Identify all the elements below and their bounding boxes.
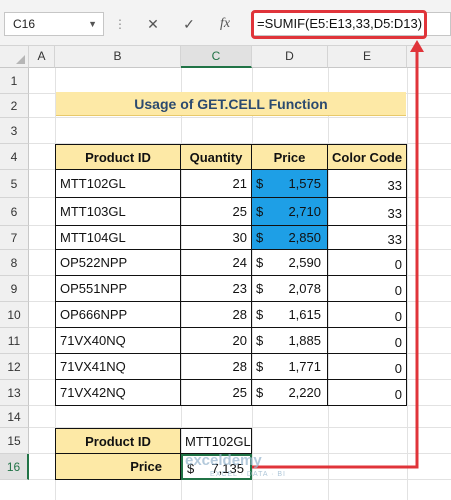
table-cell-price[interactable]: $1,575 <box>252 170 328 198</box>
row-header-3[interactable]: 3 <box>0 118 29 144</box>
table-cell-price[interactable]: $2,220 <box>252 380 328 406</box>
table-cell-color-code[interactable]: 33 <box>328 198 407 226</box>
table-cell-color-code[interactable]: 0 <box>328 276 407 302</box>
table-cell-quantity[interactable]: 28 <box>181 354 252 380</box>
price-value: 1,615 <box>288 307 321 322</box>
row-header-16[interactable]: 16 <box>0 454 29 480</box>
price-value: 2,590 <box>288 255 321 270</box>
lookup-price-label: Price <box>55 454 181 480</box>
more-options-icon[interactable]: ⋮ <box>114 13 126 35</box>
table-cell-price[interactable]: $2,078 <box>252 276 328 302</box>
row-header-1[interactable]: 1 <box>0 68 29 94</box>
table-cell-product-id[interactable]: 71VX41NQ <box>55 354 181 380</box>
row-header-10[interactable]: 10 <box>0 302 29 328</box>
price-value: 2,220 <box>288 385 321 400</box>
table-header-cell: Quantity <box>181 144 252 170</box>
lookup-product-label: Product ID <box>55 428 181 454</box>
table-cell-quantity[interactable]: 21 <box>181 170 252 198</box>
price-value: 2,850 <box>288 230 321 245</box>
currency-symbol: $ <box>256 359 264 374</box>
price-value: 1,771 <box>288 359 321 374</box>
formula-highlight-box <box>251 10 427 39</box>
lookup-product-value[interactable]: MTT102GL <box>181 428 252 454</box>
select-all-triangle-icon <box>16 55 25 64</box>
table-cell-quantity[interactable]: 28 <box>181 302 252 328</box>
row-header-12[interactable]: 12 <box>0 354 29 380</box>
table-cell-color-code[interactable]: 0 <box>328 380 407 406</box>
row-header-6[interactable]: 6 <box>0 198 29 226</box>
price-value: 1,885 <box>288 333 321 348</box>
name-box[interactable]: C16 ▼ <box>4 12 104 36</box>
table-cell-color-code[interactable]: 0 <box>328 250 407 276</box>
table-header-cell: Price <box>252 144 328 170</box>
select-all-button[interactable] <box>0 46 29 68</box>
table-cell-color-code[interactable]: 0 <box>328 302 407 328</box>
column-header-a[interactable]: A <box>29 46 55 68</box>
table-cell-product-id[interactable]: OP551NPP <box>55 276 181 302</box>
currency-symbol: $ <box>256 281 264 296</box>
enter-icon[interactable]: ✓ <box>176 12 202 36</box>
watermark-logo: exceldemy <box>185 452 262 469</box>
row-header-2[interactable]: 2 <box>0 94 29 118</box>
table-cell-quantity[interactable]: 24 <box>181 250 252 276</box>
table-header-cell: Product ID <box>55 144 181 170</box>
currency-symbol: $ <box>256 204 264 219</box>
row-header-14[interactable]: 14 <box>0 406 29 428</box>
row-header-7[interactable]: 7 <box>0 226 29 250</box>
currency-symbol: $ <box>256 176 264 191</box>
cancel-icon[interactable]: ✕ <box>140 12 166 36</box>
column-header-f[interactable] <box>407 46 451 68</box>
column-header-e[interactable]: E <box>328 46 407 68</box>
table-cell-quantity[interactable]: 30 <box>181 226 252 250</box>
currency-symbol: $ <box>256 385 264 400</box>
table-cell-product-id[interactable]: OP522NPP <box>55 250 181 276</box>
table-cell-price[interactable]: $2,710 <box>252 198 328 226</box>
column-header-c[interactable]: C <box>181 46 252 68</box>
table-header-cell: Color Code <box>328 144 407 170</box>
column-header-d[interactable]: D <box>252 46 328 68</box>
row-header-5[interactable]: 5 <box>0 170 29 198</box>
table-cell-product-id[interactable]: 71VX42NQ <box>55 380 181 406</box>
currency-symbol: $ <box>256 333 264 348</box>
table-cell-quantity[interactable]: 25 <box>181 380 252 406</box>
table-cell-price[interactable]: $2,590 <box>252 250 328 276</box>
table-cell-color-code[interactable]: 0 <box>328 328 407 354</box>
table-cell-quantity[interactable]: 23 <box>181 276 252 302</box>
table-cell-color-code[interactable]: 33 <box>328 170 407 198</box>
table-cell-color-code[interactable]: 33 <box>328 226 407 250</box>
price-value: 1,575 <box>288 176 321 191</box>
table-cell-quantity[interactable]: 25 <box>181 198 252 226</box>
price-value: 2,710 <box>288 204 321 219</box>
watermark-tagline: EXCEL · DATA · BI <box>210 471 286 478</box>
table-cell-price[interactable]: $1,885 <box>252 328 328 354</box>
gridline <box>407 68 408 500</box>
table-cell-product-id[interactable]: MTT102GL <box>55 170 181 198</box>
table-cell-product-id[interactable]: MTT104GL <box>55 226 181 250</box>
table-cell-product-id[interactable]: 71VX40NQ <box>55 328 181 354</box>
row-header-4[interactable]: 4 <box>0 144 29 170</box>
chevron-down-icon[interactable]: ▼ <box>88 13 97 35</box>
row-header-13[interactable]: 13 <box>0 380 29 406</box>
row-header-15[interactable]: 15 <box>0 428 29 454</box>
table-cell-product-id[interactable]: MTT103GL <box>55 198 181 226</box>
row-header-11[interactable]: 11 <box>0 328 29 354</box>
price-value: 2,078 <box>288 281 321 296</box>
currency-symbol: $ <box>256 307 264 322</box>
currency-symbol: $ <box>256 230 264 245</box>
table-cell-color-code[interactable]: 0 <box>328 354 407 380</box>
row-header-8[interactable]: 8 <box>0 250 29 276</box>
gridline <box>29 117 451 118</box>
table-cell-quantity[interactable]: 20 <box>181 328 252 354</box>
table-cell-price[interactable]: $1,615 <box>252 302 328 328</box>
page-title: Usage of GET.CELL Function <box>56 92 406 116</box>
name-box-value: C16 <box>13 17 36 31</box>
table-cell-price[interactable]: $1,771 <box>252 354 328 380</box>
currency-symbol: $ <box>256 255 264 270</box>
insert-function-icon[interactable]: fx <box>212 12 238 36</box>
table-cell-price[interactable]: $2,850 <box>252 226 328 250</box>
column-header-b[interactable]: B <box>55 46 181 68</box>
table-cell-product-id[interactable]: OP666NPP <box>55 302 181 328</box>
row-header-9[interactable]: 9 <box>0 276 29 302</box>
